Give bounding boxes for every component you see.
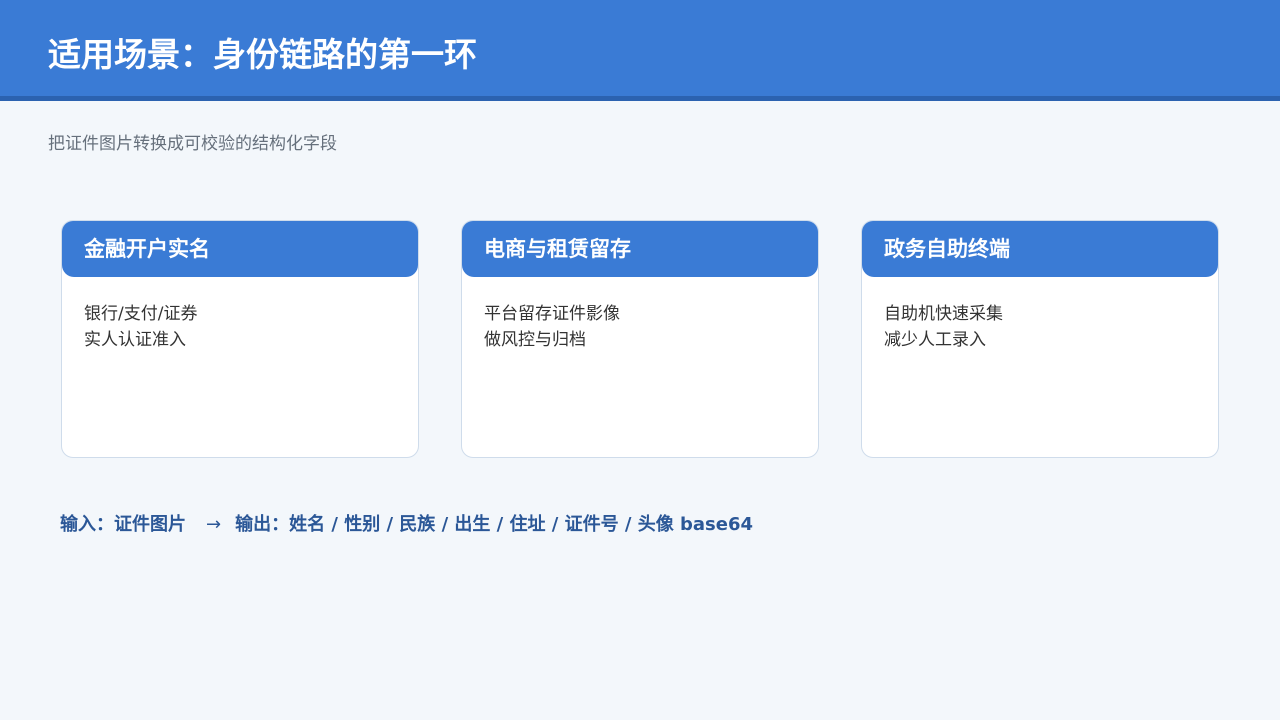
header-bar: 适用场景：身份链路的第一环	[0, 0, 1280, 101]
card-line: 平台留存证件影像	[484, 304, 620, 324]
card-title: 金融开户实名	[84, 237, 210, 261]
flow-input: 输入：证件图片	[60, 514, 186, 535]
card-title: 政务自助终端	[884, 237, 1010, 261]
card-header: 政务自助终端	[862, 221, 1218, 277]
card-line: 做风控与归档	[484, 330, 586, 350]
flow-output: 输出：姓名 / 性别 / 民族 / 出生 / 住址 / 证件号 / 头像 bas…	[235, 514, 754, 535]
card-body: 自助机快速采集 减少人工录入	[884, 301, 1003, 353]
io-flow-line: 输入：证件图片 → 输出：姓名 / 性别 / 民族 / 出生 / 住址 / 证件号 …	[60, 511, 753, 539]
right-arrow-icon: →	[206, 514, 222, 535]
scenario-card-government: 政务自助终端 自助机快速采集 减少人工录入	[861, 220, 1219, 458]
scenario-card-ecommerce: 电商与租赁留存 平台留存证件影像 做风控与归档	[461, 220, 819, 458]
card-line: 自助机快速采集	[884, 304, 1003, 324]
card-line: 实人认证准入	[84, 330, 186, 350]
card-line: 银行/支付/证券	[84, 304, 198, 324]
page-subtitle: 把证件图片转换成可校验的结构化字段	[48, 134, 337, 154]
card-header: 金融开户实名	[62, 221, 418, 277]
card-title: 电商与租赁留存	[484, 237, 631, 261]
card-body: 平台留存证件影像 做风控与归档	[484, 301, 620, 353]
card-body: 银行/支付/证券 实人认证准入	[84, 301, 197, 353]
scenario-card-finance: 金融开户实名 银行/支付/证券 实人认证准入	[61, 220, 419, 458]
page-title: 适用场景：身份链路的第一环	[48, 35, 477, 74]
card-header: 电商与租赁留存	[462, 221, 818, 277]
card-line: 减少人工录入	[884, 330, 986, 350]
